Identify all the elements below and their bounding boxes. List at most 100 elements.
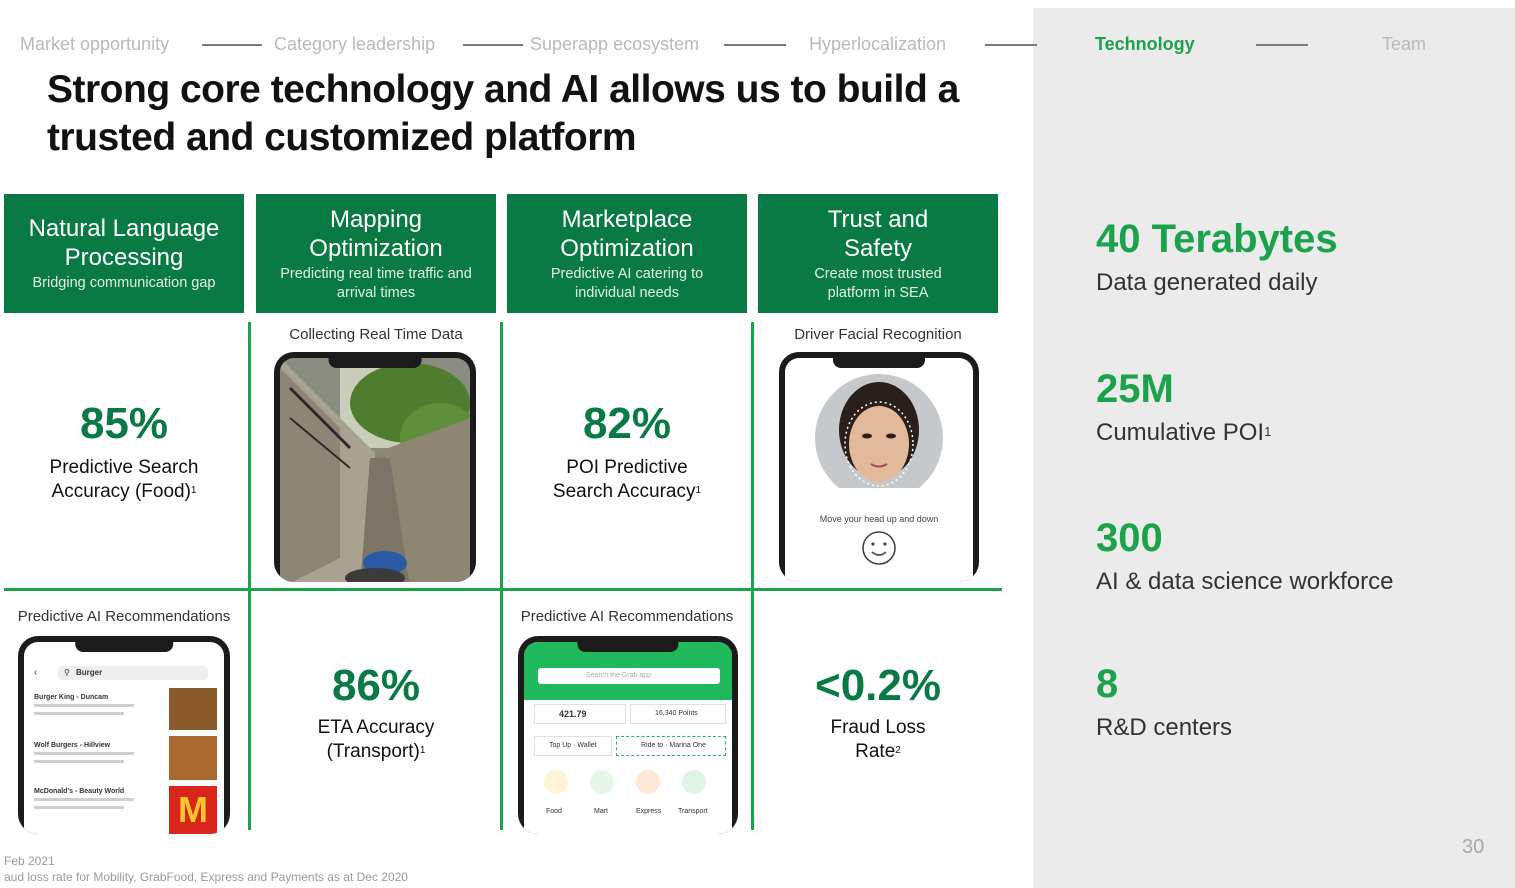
nav-divider	[1256, 44, 1308, 46]
transport-service-icon[interactable]	[682, 770, 706, 794]
stat-label-text: Rate	[855, 741, 896, 762]
topup-card[interactable]: Top Up · Wallet	[534, 736, 612, 756]
metric-cumulative-poi: 25M Cumulative POI1	[1096, 366, 1271, 448]
stat-label-line: (Transport)1	[256, 740, 496, 764]
metric-description: AI & data science workforce	[1096, 568, 1394, 595]
footnote: aud loss rate for Mobility, GrabFood, Ex…	[4, 870, 408, 884]
metric-value: 25M	[1096, 367, 1174, 411]
phone-notch	[75, 640, 173, 652]
phone-food-app: ⚲ Burger ‹ Burger King - Duncam Wolf Bur…	[18, 636, 230, 834]
nav-hyperlocalization[interactable]: Hyperlocalization	[809, 34, 946, 55]
nav-divider	[463, 44, 523, 46]
caption-ai-recommendations: Predictive AI Recommendations	[520, 608, 734, 625]
pillar-subtitle: Create most trusted platform in SEA	[814, 265, 942, 301]
points-value: 16,340 Points	[655, 710, 698, 717]
face-scan-screen: Move your head up and down	[785, 358, 973, 582]
metric-value: 300	[1096, 516, 1163, 560]
back-icon[interactable]: ‹	[34, 667, 37, 678]
stat-poi-accuracy: 82% POI Predictive Search Accuracy1	[507, 400, 747, 504]
search-icon: ⚲	[64, 668, 70, 677]
caption-facial-recognition: Driver Facial Recognition	[794, 326, 962, 343]
pillar-mapping: Mapping Optimization Predicting real tim…	[256, 194, 496, 313]
stat-label-line: Predictive Search	[49, 457, 199, 478]
grid-divider	[248, 322, 251, 830]
stat-value: <0.2%	[815, 661, 941, 710]
footnote-ref: 1	[1264, 424, 1272, 439]
service-label: Mart	[594, 808, 608, 815]
face-portrait	[815, 374, 943, 565]
stat-label-text: (Transport)	[326, 741, 420, 762]
burger-thumbnail	[169, 688, 217, 730]
pillar-title: Trust and Safety	[827, 205, 929, 262]
nav-technology[interactable]: Technology	[1095, 34, 1195, 55]
metric-description: R&D centers	[1096, 714, 1233, 741]
express-service-icon[interactable]	[636, 770, 660, 794]
metric-value: 40 Terabytes	[1096, 217, 1338, 261]
stat-label-text: Accuracy (Food)	[51, 481, 191, 502]
nav-divider	[202, 44, 262, 46]
stat-label-line: Rate2	[758, 740, 998, 764]
nav-market-opportunity[interactable]: Market opportunity	[20, 34, 169, 55]
caption-real-time-data: Collecting Real Time Data	[289, 326, 463, 343]
row-details	[34, 712, 124, 715]
pillar-nlp: Natural Language Processing Bridging com…	[4, 194, 244, 313]
nav-superapp-ecosystem[interactable]: Superapp ecosystem	[530, 34, 699, 55]
grid-divider	[500, 322, 503, 830]
stat-label: ETA Accuracy (Transport)1	[256, 716, 496, 764]
phone-notch	[577, 640, 679, 652]
nav-category-leadership[interactable]: Category leadership	[274, 34, 435, 55]
pillar-marketplace: Marketplace Optimization Predictive AI c…	[507, 194, 747, 313]
search-input[interactable]: Search the Grab app	[538, 668, 720, 684]
points-card[interactable]: 16,340 Points	[630, 704, 726, 724]
row-details	[34, 798, 134, 801]
stat-label-line: POI Predictive	[566, 457, 688, 478]
wallet-balance-card[interactable]: 421.79	[534, 704, 626, 724]
ride-label: Ride to · Marina One	[641, 742, 706, 749]
restaurant-row[interactable]: McDonald's - Beauty World	[34, 788, 124, 795]
mcdonalds-logo-icon: M	[169, 786, 217, 834]
stat-label-line: ETA Accuracy	[317, 717, 435, 738]
phone-notch	[833, 356, 925, 368]
mart-service-icon[interactable]	[590, 770, 614, 794]
stat-fraud-loss: <0.2% Fraud Loss Rate2	[758, 662, 998, 764]
pillar-trust: Trust and Safety Create most trusted pla…	[758, 194, 998, 313]
row-details	[34, 806, 124, 809]
page-title: Strong core technology and AI allows us …	[47, 66, 1007, 162]
nav-divider	[724, 44, 786, 46]
footnote-ref: 1	[419, 745, 426, 756]
stat-label: Fraud Loss Rate2	[758, 716, 998, 764]
footnote: Feb 2021	[4, 854, 55, 868]
search-input[interactable]: ⚲ Burger	[58, 666, 208, 680]
restaurant-row[interactable]: Burger King - Duncam	[34, 694, 108, 701]
pillar-subtitle: Predictive AI catering to individual nee…	[550, 265, 704, 301]
title-line-2: trusted and customized platform	[47, 116, 637, 159]
metric-rd-centers: 8 R&D centers	[1096, 661, 1232, 743]
nav-team[interactable]: Team	[1382, 34, 1426, 55]
metric-value: 8	[1096, 662, 1119, 706]
stat-eta-accuracy: 86% ETA Accuracy (Transport)1	[256, 662, 496, 764]
service-label: Transport	[678, 808, 708, 815]
wallet-balance: 421.79	[559, 709, 587, 719]
footnote-ref: 1	[695, 485, 702, 496]
grid-divider-horizontal	[4, 588, 1002, 591]
stat-value: 85%	[79, 399, 169, 448]
stat-label-line: Search Accuracy1	[507, 480, 747, 504]
pillar-subtitle: Predicting real time traffic and arrival…	[280, 265, 472, 301]
service-label: Food	[546, 808, 562, 815]
row-details	[34, 704, 134, 707]
search-placeholder: Search the Grab app	[586, 672, 651, 679]
ride-card[interactable]: Ride to · Marina One	[616, 736, 726, 756]
grid-divider	[751, 322, 754, 830]
row-details	[34, 752, 134, 755]
right-panel	[1033, 8, 1515, 888]
restaurant-row[interactable]: Wolf Burgers - Hillview	[34, 742, 110, 749]
food-service-icon[interactable]	[544, 770, 568, 794]
stat-search-accuracy: 85% Predictive Search Accuracy (Food)1	[4, 400, 244, 504]
nav-divider	[985, 44, 1037, 46]
pillar-title: Natural Language Processing	[28, 215, 220, 271]
row-details	[34, 760, 124, 763]
metric-description: Data generated daily	[1096, 269, 1318, 296]
stat-label-line: Accuracy (Food)1	[4, 480, 244, 504]
pillar-title: Marketplace Optimization	[560, 205, 694, 262]
caption-ai-recommendations: Predictive AI Recommendations	[17, 608, 231, 625]
